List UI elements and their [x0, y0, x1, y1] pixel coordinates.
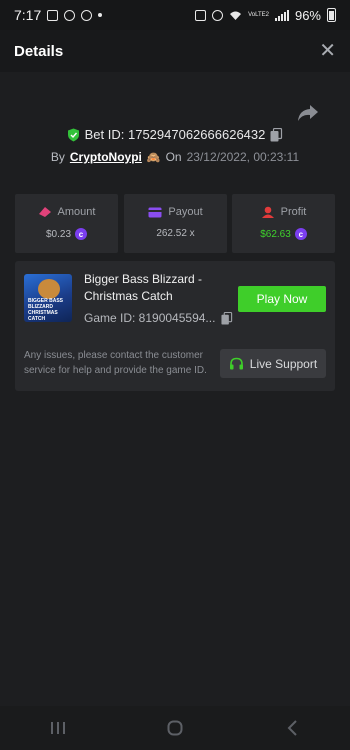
game-thumbnail[interactable]: BIGGER BASS BLIZZARD CHRISTMAS CATCH: [24, 274, 72, 322]
copy-icon[interactable]: [270, 127, 283, 142]
on-label: On: [165, 150, 182, 164]
close-icon[interactable]: ✕: [319, 41, 336, 61]
monkey-emoji-icon: 🙈: [146, 151, 161, 164]
profit-card: Profit $62.63 c: [232, 194, 335, 253]
thumbnail-character: [38, 279, 60, 299]
bet-id: Bet ID: 1752947062666626432: [84, 127, 266, 142]
messenger-icon: [81, 9, 93, 21]
back-icon: [287, 720, 297, 736]
amount-card: Amount $0.23 c: [15, 194, 118, 253]
payout-card-icon: [148, 207, 162, 217]
game-title: Bigger Bass Blizzard - Christmas Catch: [84, 272, 203, 303]
details-header: Details ✕: [0, 30, 350, 72]
shield-check-icon: [67, 128, 79, 141]
profit-icon: [261, 206, 274, 218]
system-nav-bar: [0, 706, 350, 750]
bet-id-row: Bet ID: 1752947062666626432: [0, 127, 350, 142]
share-icon[interactable]: [297, 103, 319, 123]
recents-icon: [51, 722, 66, 734]
bet-owner-row: By CryptoNoypi 🙈 On 23/12/2022, 00:23:11: [0, 150, 350, 164]
home-icon: [167, 720, 183, 736]
game-id: Game ID: 8190045594...: [84, 311, 216, 325]
thumbnail-logo-text: BIGGER BASS BLIZZARD CHRISTMAS CATCH: [28, 298, 64, 322]
status-time: 7:17: [14, 7, 42, 23]
page-title: Details: [14, 42, 64, 60]
game-card: BIGGER BASS BLIZZARD CHRISTMAS CATCH Big…: [15, 261, 335, 391]
notification-dot-icon: [98, 13, 103, 17]
alarm-icon: [212, 9, 224, 21]
gallery-icon: [47, 9, 59, 21]
amount-icon: [38, 207, 51, 217]
profit-value: $62.63: [260, 228, 291, 240]
support-text: Any issues, please contact the customer …: [24, 350, 207, 376]
wifi-icon: [230, 11, 242, 20]
amount-value: $0.23: [45, 228, 72, 240]
live-support-label: Live Support: [249, 356, 318, 371]
headset-icon: [229, 357, 243, 369]
status-bar: 7:17 VoLTE2 96%: [0, 0, 350, 30]
amount-label: Amount: [57, 206, 96, 218]
back-button[interactable]: [272, 713, 312, 743]
coin-icon: c: [294, 228, 307, 240]
game-id-row: Game ID: 8190045594...: [84, 311, 233, 325]
volte-label: VoLTE2: [248, 12, 269, 18]
live-support-button[interactable]: Live Support: [220, 349, 326, 378]
vpn-icon: [195, 9, 207, 21]
battery-percent: 96%: [294, 7, 321, 23]
copy-icon[interactable]: [221, 311, 233, 325]
payout-label: Payout: [168, 206, 203, 218]
play-now-button[interactable]: Play Now: [238, 286, 326, 312]
payout-card: Payout 262.52 x: [124, 194, 227, 253]
battery-icon: [327, 8, 336, 22]
payout-value: 262.52 x: [156, 228, 195, 239]
recents-button[interactable]: [38, 713, 78, 743]
by-label: By: [50, 150, 65, 164]
profit-label: Profit: [280, 206, 307, 218]
bet-date: 23/12/2022, 00:23:11: [186, 150, 300, 164]
coin-icon: c: [75, 228, 88, 240]
signal-icon: [274, 9, 289, 21]
home-button[interactable]: [155, 713, 195, 743]
username-link[interactable]: CryptoNoypi: [70, 150, 142, 164]
threads-icon: [64, 9, 76, 21]
